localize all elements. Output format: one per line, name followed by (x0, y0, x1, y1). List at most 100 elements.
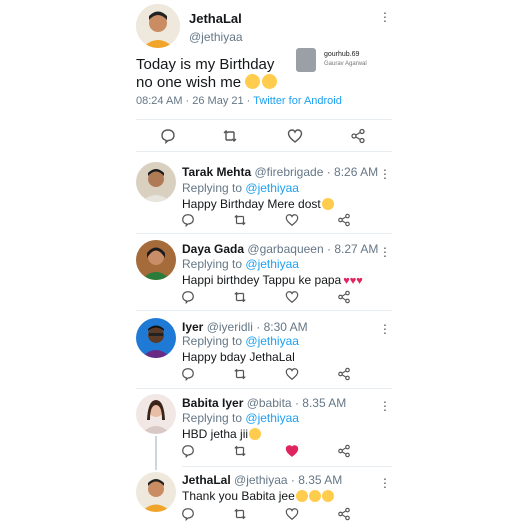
reply-icon[interactable] (181, 213, 195, 227)
reply-text-body: HBD jetha jii (182, 427, 249, 441)
reply-header: Iyer @iyeridli · 8:30 AM (182, 320, 308, 334)
reply-avatar[interactable] (136, 394, 176, 434)
divider (136, 233, 392, 234)
reply-avatar[interactable] (136, 318, 176, 358)
watermark-user: gourhub.69 (324, 51, 360, 58)
reply-text-body: Happy Birthday Mere dost (182, 197, 321, 211)
main-timestamp[interactable]: 08:24 AM · 26 May 21 · Twitter for Andro… (136, 95, 342, 107)
crying-emoji (262, 74, 278, 89)
like-icon[interactable] (285, 367, 299, 381)
thread-line (155, 436, 157, 470)
reply-author-handle[interactable]: @babita (247, 396, 292, 410)
heart-eyes-emoji (321, 198, 334, 210)
crying-emoji (245, 74, 261, 89)
reply-header: Babita Iyer @babita · 8.35 AM (182, 396, 346, 410)
reply-more-icon[interactable]: · · · (380, 471, 390, 493)
share-icon[interactable] (350, 128, 366, 144)
reply-icon[interactable] (181, 444, 195, 458)
reply-icon[interactable] (160, 128, 176, 144)
reply-header: JethaLal @jethiyaa · 8.35 AM (182, 473, 342, 487)
reply-text: Thank you Babita jee (182, 489, 334, 503)
main-author-handle[interactable]: @jethiyaa (189, 30, 243, 44)
reply-more-icon[interactable]: · · · (380, 394, 390, 416)
replying-handle-link[interactable]: @jethiyaa (245, 411, 299, 425)
reply-time[interactable]: · 8.35 AM (291, 473, 342, 487)
reply-icon[interactable] (181, 367, 195, 381)
reply-text: Happy Birthday Mere dost (182, 197, 334, 211)
reply-author-handle[interactable]: @iyeridli (207, 320, 253, 334)
reply-avatar[interactable] (136, 240, 176, 280)
reply-text: Happy bday JethaLal (182, 350, 295, 364)
reply-time[interactable]: · 8:26 AM (327, 165, 378, 179)
replying-label: Replying to (182, 411, 243, 425)
share-icon[interactable] (337, 290, 351, 304)
reply-author-name[interactable]: Daya Gada (182, 242, 244, 256)
retweet-icon[interactable] (233, 444, 247, 458)
reply-text: Happi birthdey Tappu ke papa ♥♥♥ (182, 273, 363, 287)
kiss-emoji (321, 490, 334, 502)
replying-to: Replying to @jethiyaa (182, 411, 299, 425)
divider (136, 151, 392, 152)
retweet-icon[interactable] (233, 367, 247, 381)
reply-author-name[interactable]: Iyer (182, 320, 203, 334)
main-author-name[interactable]: JethaLal (189, 11, 242, 26)
reply-time[interactable]: · 8.27 AM (327, 242, 378, 256)
replying-to: Replying to @jethiyaa (182, 257, 299, 271)
main-more-icon[interactable]: · · · (380, 5, 390, 27)
divider (182, 466, 392, 467)
replying-handle-link[interactable]: @jethiyaa (245, 334, 299, 348)
divider (136, 388, 392, 389)
share-icon[interactable] (337, 507, 351, 521)
reply-more-icon[interactable]: · · · (380, 317, 390, 339)
share-icon[interactable] (337, 213, 351, 227)
reply-author-handle[interactable]: @firebrigade (254, 165, 323, 179)
replying-label: Replying to (182, 257, 243, 271)
replying-label: Replying to (182, 181, 243, 195)
main-tweet-line2: no one wish me (136, 74, 242, 91)
reply-avatar[interactable] (136, 162, 176, 202)
timestamp-text: 08:24 AM · 26 May 21 · (136, 95, 254, 107)
reply-text: HBD jetha jii (182, 427, 262, 441)
reply-more-icon[interactable]: · · · (380, 162, 390, 184)
heart-emoji: ♥♥♥ (343, 275, 363, 287)
reply-text-body: Happi birthdey Tappu ke papa (182, 273, 342, 287)
like-icon[interactable] (285, 213, 299, 227)
reply-icon[interactable] (181, 507, 195, 521)
replying-to: Replying to @jethiyaa (182, 181, 299, 195)
heart-eyes-emoji (308, 490, 321, 502)
share-icon[interactable] (337, 444, 351, 458)
replying-to: Replying to @jethiyaa (182, 334, 299, 348)
replying-label: Replying to (182, 334, 243, 348)
divider (136, 119, 392, 120)
reply-author-handle[interactable]: @garbaqueen (247, 242, 323, 256)
reply-avatar[interactable] (136, 472, 176, 512)
reply-time[interactable]: · 8:30 AM (256, 320, 307, 334)
retweet-icon[interactable] (222, 128, 238, 144)
replying-handle-link[interactable]: @jethiyaa (245, 257, 299, 271)
source-link[interactable]: Twitter for Android (253, 95, 342, 107)
reply-time[interactable]: · 8.35 AM (295, 396, 346, 410)
retweet-icon[interactable] (233, 507, 247, 521)
retweet-icon[interactable] (233, 290, 247, 304)
share-icon[interactable] (337, 367, 351, 381)
reply-author-name[interactable]: JethaLal (182, 473, 231, 487)
watermark-name: Gaurav Agarwal (324, 61, 367, 67)
liked-heart-icon[interactable] (285, 444, 299, 458)
reply-text-body: Thank you Babita jee (182, 489, 295, 503)
heart-eyes-emoji (249, 428, 262, 440)
reply-more-icon[interactable]: · · · (380, 240, 390, 262)
reply-author-name[interactable]: Babita Iyer (182, 396, 243, 410)
main-tweet-line2-row: no one wish me (136, 74, 278, 92)
like-icon[interactable] (285, 290, 299, 304)
like-icon[interactable] (285, 507, 299, 521)
reply-icon[interactable] (181, 290, 195, 304)
main-tweet-line1: Today is my Birthday (136, 56, 275, 73)
main-avatar[interactable] (136, 4, 180, 48)
divider (136, 310, 392, 311)
reply-header: Tarak Mehta @firebrigade · 8:26 AM (182, 165, 378, 179)
like-icon[interactable] (287, 128, 303, 144)
retweet-icon[interactable] (233, 213, 247, 227)
replying-handle-link[interactable]: @jethiyaa (245, 181, 299, 195)
reply-author-name[interactable]: Tarak Mehta (182, 165, 251, 179)
reply-author-handle[interactable]: @jethiyaa (234, 473, 288, 487)
